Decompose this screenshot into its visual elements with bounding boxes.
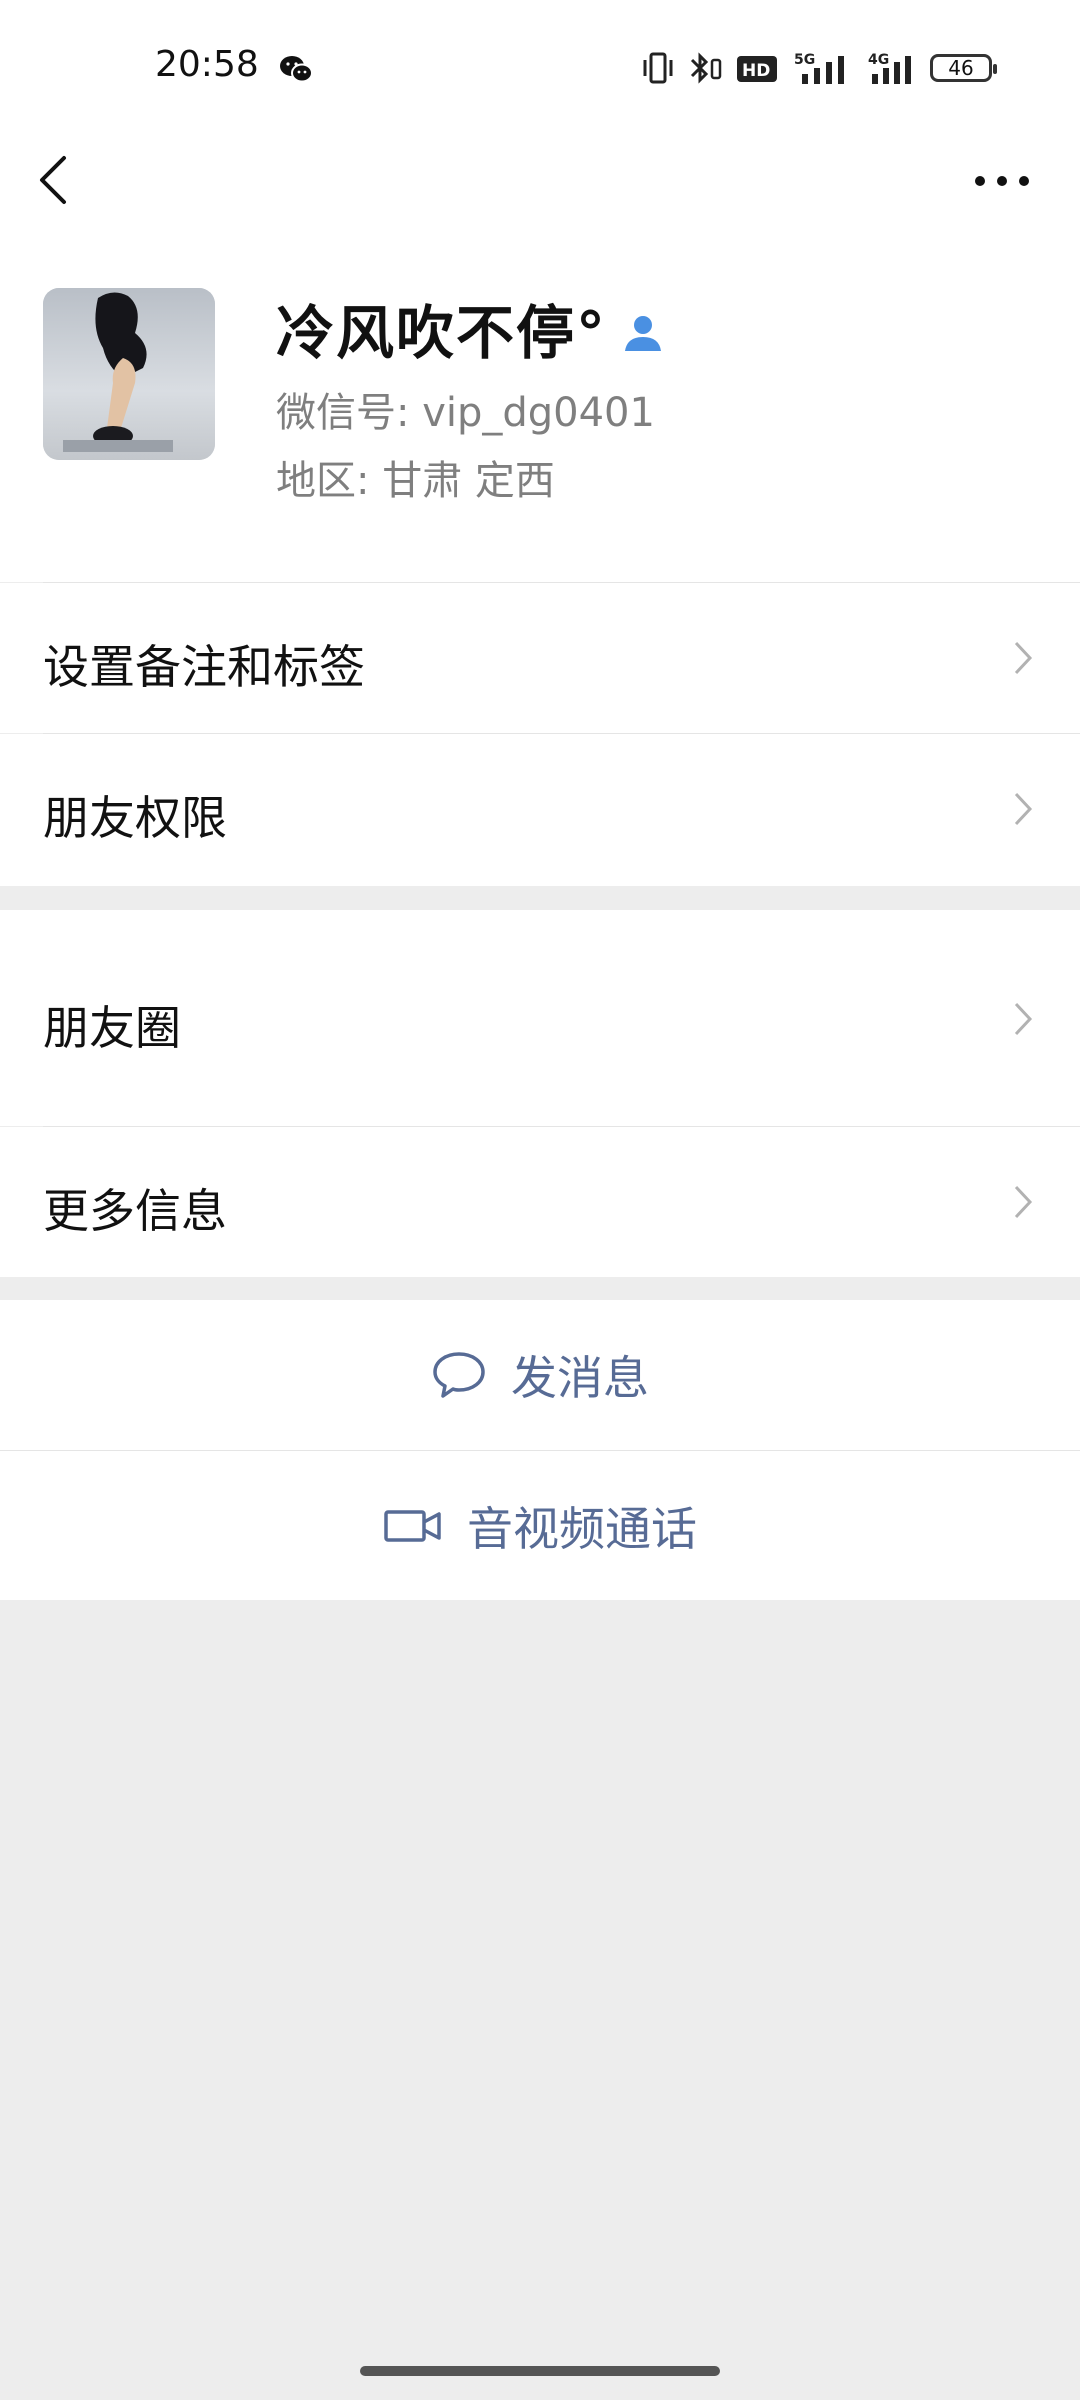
signal-4g-icon: 4G	[868, 52, 911, 84]
wechat-id: 微信号: vip_dg0401	[276, 390, 655, 436]
status-icons: HD 5G 4G 46	[642, 48, 997, 88]
send-message-label: 发消息	[511, 1351, 649, 1405]
row-remark-tags[interactable]: 设置备注和标签	[0, 583, 1080, 733]
svg-text:HD: HD	[742, 61, 770, 81]
avatar[interactable]	[43, 288, 215, 460]
video-call-button[interactable]: 音视频通话	[0, 1451, 1080, 1600]
battery-icon: 46	[930, 54, 997, 82]
video-camera-icon	[384, 1509, 441, 1542]
video-call-label: 音视频通话	[467, 1501, 697, 1556]
profile-card: 冷风吹不停° 微信号: vip_dg0401 地区: 甘肃 定西	[0, 230, 1080, 582]
status-time: 20:58	[155, 44, 259, 85]
region: 地区: 甘肃 定西	[276, 458, 555, 504]
avatar-image	[43, 288, 215, 460]
chevron-left-icon[interactable]	[34, 152, 74, 208]
row-label: 设置备注和标签	[43, 640, 365, 694]
row-label: 朋友权限	[43, 791, 227, 845]
bluetooth-icon	[690, 52, 722, 84]
row-label: 朋友圈	[43, 1001, 181, 1055]
svg-text:5G: 5G	[794, 52, 815, 68]
chevron-right-icon	[1014, 641, 1033, 675]
chevron-right-icon	[1014, 1185, 1033, 1219]
battery-level: 46	[948, 56, 974, 80]
svg-text:4G: 4G	[868, 52, 889, 68]
contact-person-icon	[625, 316, 662, 351]
ellipsis-icon[interactable]	[972, 166, 1032, 196]
row-friend-permissions[interactable]: 朋友权限	[0, 734, 1080, 886]
profile-name: 冷风吹不停°	[276, 299, 608, 367]
hd-icon: HD	[737, 56, 777, 82]
wechat-icon	[280, 56, 313, 83]
send-message-button[interactable]: 发消息	[0, 1300, 1080, 1450]
row-moments[interactable]: 朋友圈	[0, 910, 1080, 1126]
signal-5g-icon: 5G	[794, 52, 844, 84]
vibrate-icon	[643, 52, 673, 84]
chat-bubble-icon	[433, 1352, 485, 1398]
chevron-right-icon	[1014, 1002, 1033, 1036]
row-label: 更多信息	[43, 1184, 227, 1238]
chevron-right-icon	[1014, 792, 1033, 826]
home-indicator[interactable]	[360, 2366, 720, 2376]
status-bar: 20:58 HD 5G 4G 46	[0, 0, 1080, 130]
nav-bar	[0, 130, 1080, 230]
name-row: 冷风吹不停°	[276, 286, 665, 370]
row-more-info[interactable]: 更多信息	[0, 1127, 1080, 1277]
